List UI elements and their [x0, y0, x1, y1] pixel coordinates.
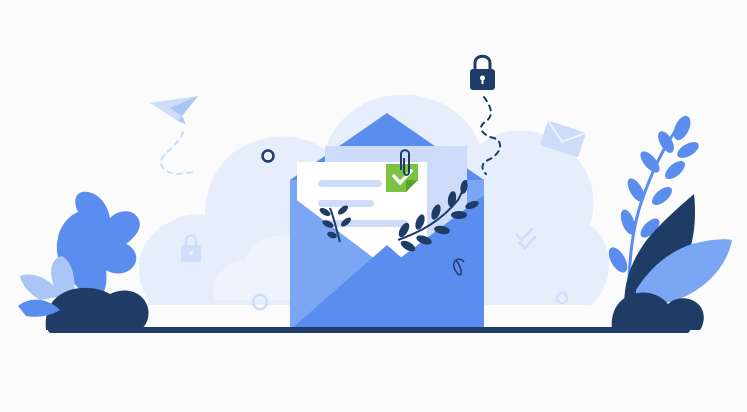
paper-plane-trail [160, 131, 197, 176]
illustration-canvas [0, 0, 747, 412]
ground-line [48, 327, 690, 333]
plant-left [18, 191, 149, 330]
plant-right [608, 115, 732, 330]
secure-email-illustration [18, 54, 732, 333]
paper-plane-icon [150, 96, 198, 124]
padlock-icon [470, 54, 495, 90]
